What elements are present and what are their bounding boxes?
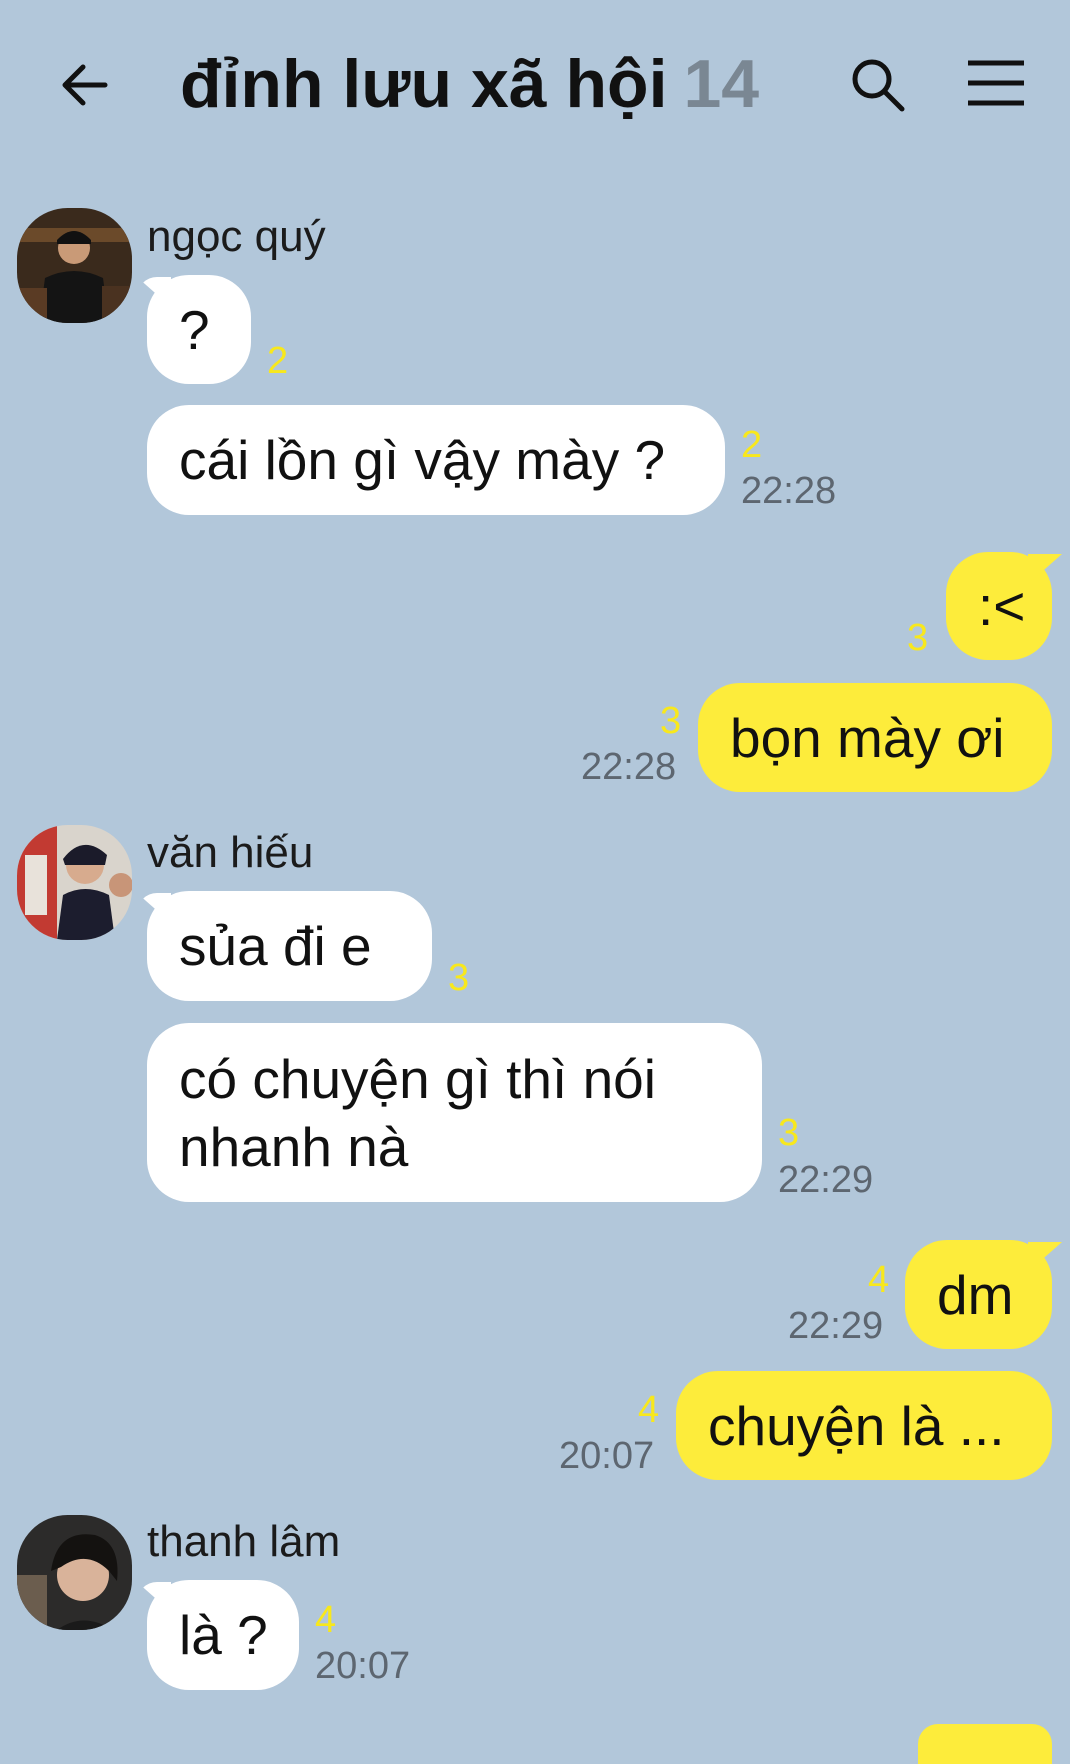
chat-title: đỉnh lưu xã hội 14 [180,45,759,123]
message-time: 22:28 [741,470,837,512]
sender-name: văn hiếu [147,828,314,877]
avatar[interactable] [17,1515,132,1630]
message-text: dm [937,1263,1014,1326]
search-icon [852,59,905,112]
message-text: cái lồn gì vậy mày ? [179,429,666,491]
hamburger-menu-icon [968,60,1024,106]
message-time: 22:29 [788,1305,884,1347]
message-bubble[interactable]: là ? [147,1580,299,1690]
message-time: 20:07 [315,1645,411,1687]
unread-count: 3 [660,700,682,742]
message-time: 22:28 [581,746,677,788]
avatar[interactable] [17,208,132,323]
message-bubble[interactable]: chuyện là ... [676,1371,1052,1480]
message-text: ? [179,298,210,361]
unread-count: 3 [907,617,929,659]
message-text: có chuyện gì thì nói nhanh nà [179,1047,656,1178]
avatar[interactable] [17,825,132,940]
avatar-photo-icon [17,208,132,323]
unread-count: 4 [638,1389,660,1431]
unread-count: 4 [868,1259,890,1301]
member-count: 14 [683,46,760,122]
unread-count: 3 [448,957,470,999]
message-text: chuyện là ... [708,1394,1005,1457]
message-text: sủa đi e [179,915,372,977]
message-bubble-partial[interactable] [918,1724,1052,1764]
message-text: là ? [179,1604,268,1666]
sender-name: ngọc quý [147,212,326,261]
message-text: bọn mày ơi [730,706,1005,769]
chat-header: đỉnh lưu xã hội 14 [0,0,1070,170]
message-bubble[interactable]: dm [905,1240,1052,1349]
search-button[interactable] [848,55,908,115]
message-time: 20:07 [559,1435,655,1477]
sender-name: thanh lâm [147,1517,341,1566]
back-button[interactable] [55,55,115,115]
message-bubble[interactable]: cái lồn gì vậy mày ? [147,405,725,515]
arrow-left-icon [62,64,108,106]
message-bubble[interactable]: có chuyện gì thì nói nhanh nà [147,1023,762,1202]
message-bubble[interactable]: ? [147,275,251,384]
message-bubble[interactable]: bọn mày ơi [698,683,1052,792]
unread-count: 2 [741,424,763,466]
menu-button[interactable] [966,58,1026,108]
avatar-photo-icon [17,1515,132,1630]
message-time: 22:29 [778,1159,874,1201]
group-name: đỉnh lưu xã hội [180,46,668,122]
unread-count: 4 [315,1599,337,1641]
message-bubble[interactable]: :< [946,552,1052,660]
unread-count: 2 [267,340,289,382]
unread-count: 3 [778,1112,800,1154]
message-bubble[interactable]: sủa đi e [147,891,432,1001]
message-text: :< [978,575,1026,637]
avatar-photo-icon [17,825,132,940]
